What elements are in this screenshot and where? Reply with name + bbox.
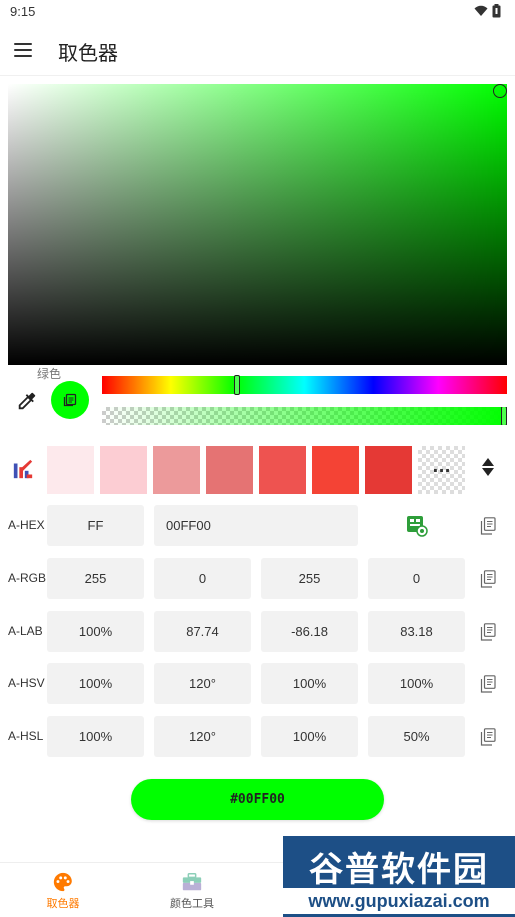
rgb-field-1[interactable]: 255 xyxy=(47,558,144,599)
hsv-field-4[interactable]: 100% xyxy=(368,663,465,704)
wifi-icon xyxy=(474,5,488,16)
more-swatches-button[interactable]: ··· xyxy=(418,446,465,494)
page-title: 取色器 xyxy=(58,41,118,65)
color-detail-icon[interactable] xyxy=(406,515,428,537)
hsv-row: A-HSV 100% 120° 100% 100% xyxy=(0,663,515,705)
copy-icon xyxy=(63,393,77,407)
lab-field-1[interactable]: 100% xyxy=(47,611,144,652)
sv-picker-handle[interactable] xyxy=(493,84,507,98)
watermark: 谷普软件园 www.gupuxiazai.com xyxy=(283,836,515,917)
watermark-title: 谷普软件园 xyxy=(309,850,489,890)
rgb-field-4[interactable]: 0 xyxy=(368,558,465,599)
material-palette-icon[interactable] xyxy=(12,458,34,480)
lab-field-2[interactable]: 87.74 xyxy=(154,611,251,652)
hex-row: A-HEX FF 00FF00 xyxy=(0,505,515,547)
status-time: 9:15 xyxy=(10,4,36,19)
toolbox-icon xyxy=(182,873,202,891)
hex-value-field[interactable]: 00FF00 xyxy=(154,505,358,546)
nav-item-color-picker[interactable]: 取色器 xyxy=(13,871,113,911)
hsv-field-3[interactable]: 100% xyxy=(261,663,358,704)
lab-row: A-LAB 100% 87.74 -86.18 83.18 xyxy=(0,611,515,653)
hsv-row-label: A-HSV xyxy=(8,676,45,690)
hue-slider-handle[interactable] xyxy=(234,375,240,395)
lab-field-4[interactable]: 83.18 xyxy=(368,611,465,652)
alpha-slider[interactable] xyxy=(102,407,507,425)
hsl-field-1[interactable]: 100% xyxy=(47,716,144,757)
hsl-field-2[interactable]: 120° xyxy=(154,716,251,757)
hsl-field-4[interactable]: 50% xyxy=(368,716,465,757)
lab-row-label: A-LAB xyxy=(8,624,43,638)
status-bar: 9:15 xyxy=(0,0,515,24)
status-icons xyxy=(474,4,501,18)
rgb-field-2[interactable]: 0 xyxy=(154,558,251,599)
palette-icon xyxy=(53,872,72,892)
battery-icon xyxy=(492,4,501,18)
palette-row: ··· xyxy=(47,446,465,494)
hex-color-button[interactable]: #00FF00 xyxy=(131,779,384,820)
hsv-field-2[interactable]: 120° xyxy=(154,663,251,704)
rgb-row-label: A-RGB xyxy=(8,571,47,585)
alpha-slider-handle[interactable] xyxy=(501,407,507,425)
palette-swatch[interactable] xyxy=(312,446,359,494)
copy-icon[interactable] xyxy=(480,570,496,588)
eyedropper-icon[interactable] xyxy=(16,390,38,412)
nav-label-color-tools: 颜色工具 xyxy=(170,897,214,910)
copy-icon[interactable] xyxy=(480,728,496,746)
color-name-label: 绿色 xyxy=(37,367,62,381)
sort-icon[interactable] xyxy=(480,458,496,482)
copy-icon[interactable] xyxy=(480,517,496,535)
palette-swatch[interactable] xyxy=(100,446,147,494)
copy-icon[interactable] xyxy=(480,675,496,693)
app-bar: 取色器 xyxy=(0,24,515,76)
copy-icon[interactable] xyxy=(480,623,496,641)
saturation-value-picker[interactable] xyxy=(8,84,507,365)
rgb-row: A-RGB 255 0 255 0 xyxy=(0,558,515,600)
hsl-field-3[interactable]: 100% xyxy=(261,716,358,757)
nav-item-color-tools[interactable]: 颜色工具 xyxy=(142,871,242,911)
rgb-field-3[interactable]: 255 xyxy=(261,558,358,599)
nav-label-color-picker: 取色器 xyxy=(46,897,80,910)
current-color-swatch[interactable] xyxy=(51,381,89,419)
hex-alpha-field[interactable]: FF xyxy=(47,505,144,546)
palette-swatch[interactable] xyxy=(259,446,306,494)
watermark-url: www.gupuxiazai.com xyxy=(283,888,515,914)
palette-swatch[interactable] xyxy=(206,446,253,494)
menu-icon[interactable] xyxy=(14,38,38,62)
hsl-row-label: A-HSL xyxy=(8,729,44,743)
alpha-gradient xyxy=(102,407,507,425)
lab-field-3[interactable]: -86.18 xyxy=(261,611,358,652)
hex-row-label: A-HEX xyxy=(8,518,45,532)
hsl-row: A-HSL 100% 120° 100% 50% xyxy=(0,716,515,758)
palette-swatch[interactable] xyxy=(47,446,94,494)
hue-slider[interactable] xyxy=(102,375,507,395)
palette-swatch[interactable] xyxy=(365,446,412,494)
hsv-field-1[interactable]: 100% xyxy=(47,663,144,704)
palette-swatch[interactable] xyxy=(153,446,200,494)
